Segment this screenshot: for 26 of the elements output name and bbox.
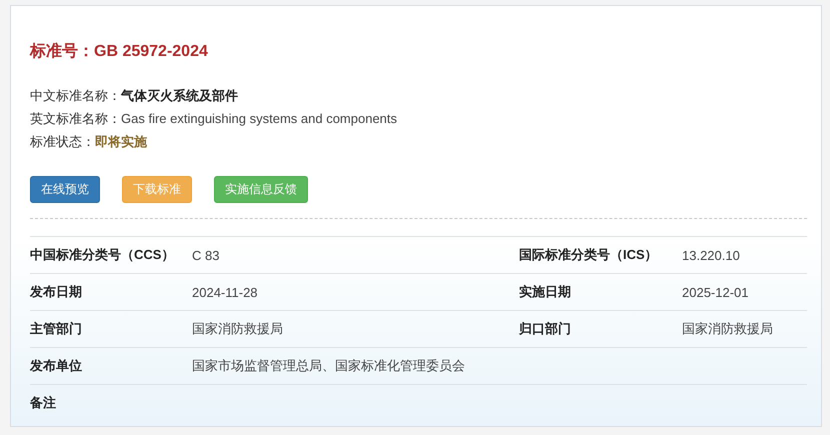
- field-value: 气体灭火系统及部件: [121, 88, 238, 103]
- table-cell-text: 国家消防救援局: [682, 320, 774, 338]
- action-button[interactable]: 下载标准: [122, 176, 192, 203]
- table-cell-text: 2025-12-01: [682, 284, 750, 300]
- field-value: Gas fire extinguishing systems and components: [121, 111, 398, 126]
- table-label: 中国标准分类号（CCS）: [30, 246, 176, 264]
- table-label: 主管部门: [30, 320, 83, 338]
- table-label: 国际标准分类号（ICS）: [519, 246, 659, 264]
- field-value: 即将实施: [95, 135, 147, 150]
- standard-number: GB 25972-2024: [94, 43, 208, 60]
- table-cell-text: 国家市场监督管理总局、国家标准化管理委员会: [192, 357, 466, 375]
- standard-number-label: 标准号：: [30, 43, 94, 60]
- table-cell-text: C 83: [192, 248, 220, 262]
- table-label: 发布日期: [30, 283, 83, 301]
- action-button[interactable]: 实施信息反馈: [214, 176, 308, 203]
- table-label: 实施日期: [519, 283, 572, 301]
- table-label: 发布单位: [30, 357, 83, 375]
- field-label: 标准状态：: [30, 134, 95, 149]
- action-button[interactable]: 在线预览: [30, 176, 100, 203]
- table-label: 备注: [30, 394, 57, 412]
- field-label: 中文标准名称：: [30, 88, 121, 103]
- table-label: 归口部门: [519, 320, 572, 338]
- table-cell-text: 国家消防救援局: [192, 320, 284, 338]
- table-cell-text: 13.220.10: [682, 248, 741, 262]
- table-cell-text: 2024-11-28: [192, 284, 259, 300]
- field-label: 英文标准名称：: [30, 111, 121, 126]
